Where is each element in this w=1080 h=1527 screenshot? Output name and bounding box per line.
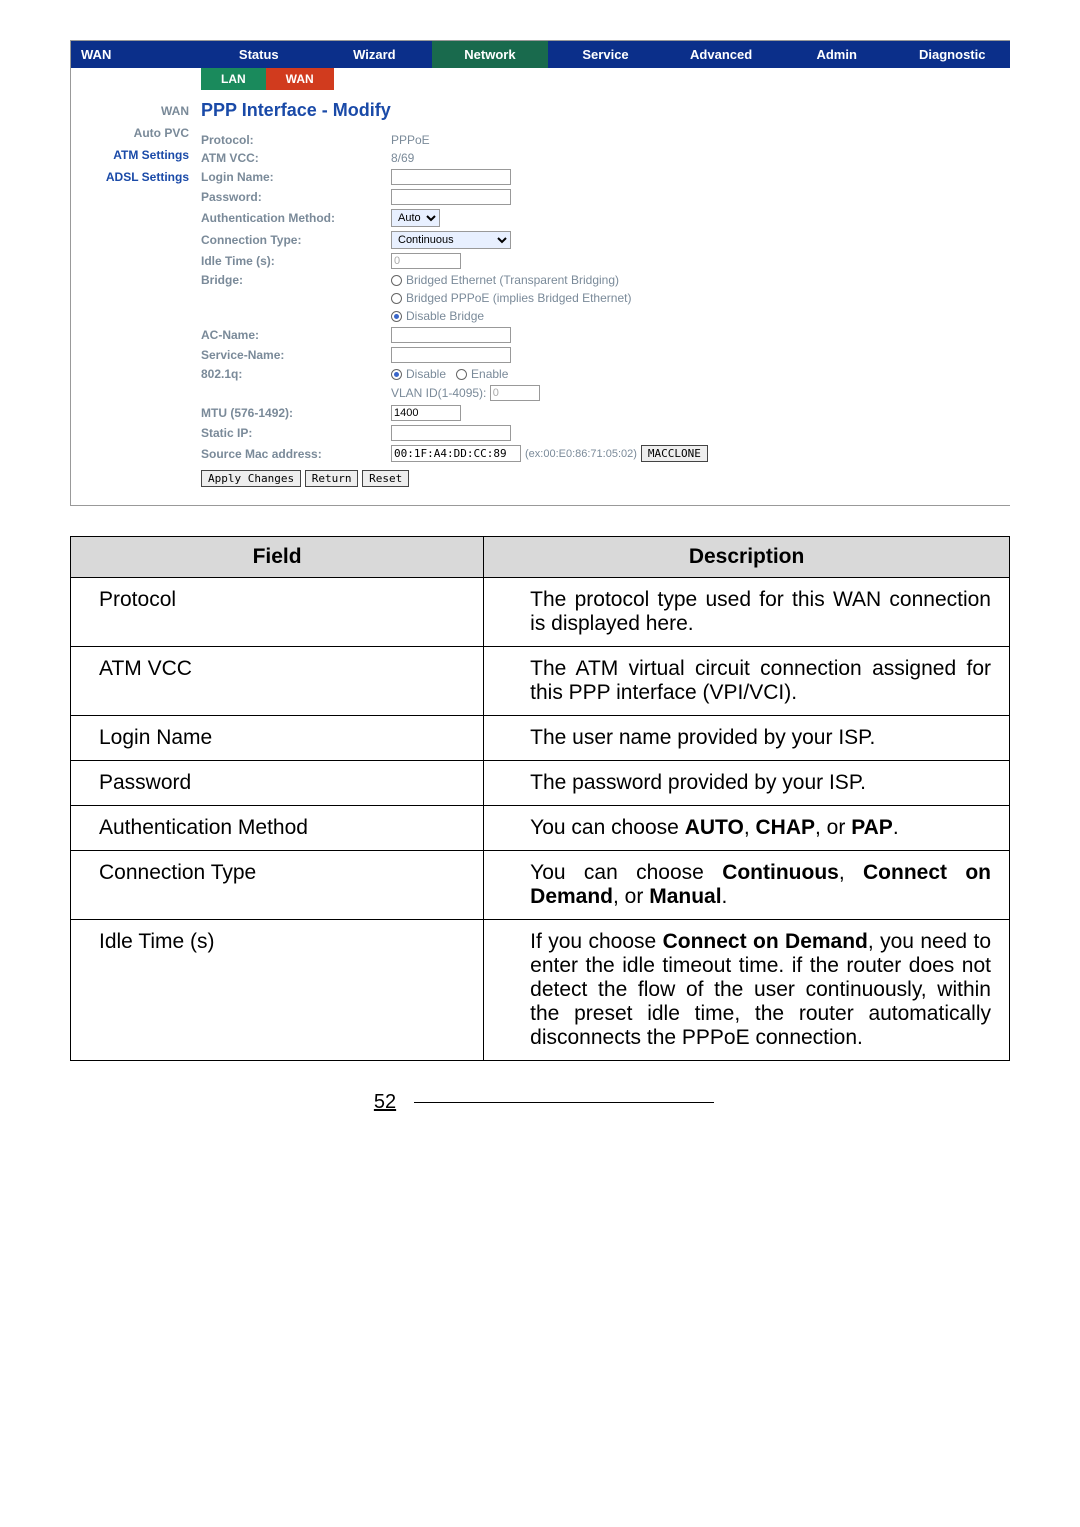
- label-ac-name: AC-Name:: [201, 328, 391, 342]
- field-cell: Connection Type: [71, 851, 484, 920]
- 8021q-enable[interactable]: Enable: [456, 367, 508, 381]
- field-cell: Idle Time (s): [71, 920, 484, 1061]
- 8021q-enable-label: Enable: [471, 367, 508, 381]
- bridge-opt-disable-label: Disable Bridge: [406, 309, 484, 323]
- value-atmvcc: 8/69: [391, 151, 414, 165]
- auth-method-select[interactable]: Auto: [391, 209, 440, 227]
- sidebar: WAN Auto PVC ATM Settings ADSL Settings: [71, 90, 201, 505]
- table-row: Login NameThe user name provided by your…: [71, 716, 1010, 761]
- field-cell: Authentication Method: [71, 806, 484, 851]
- nav-section-label: WAN: [71, 41, 201, 68]
- description-cell: The ATM virtual circuit connection assig…: [484, 647, 1010, 716]
- label-auth-method: Authentication Method:: [201, 211, 391, 225]
- table-row: PasswordThe password provided by your IS…: [71, 761, 1010, 806]
- service-name-input[interactable]: [391, 347, 511, 363]
- source-mac-example: (ex:00:E0:86:71:05:02): [525, 448, 637, 460]
- label-idle-time: Idle Time (s):: [201, 254, 391, 268]
- table-row: ATM VCCThe ATM virtual circuit connectio…: [71, 647, 1010, 716]
- login-name-input[interactable]: [391, 169, 511, 185]
- reset-button[interactable]: Reset: [362, 470, 409, 487]
- tab-service[interactable]: Service: [548, 41, 664, 68]
- description-cell: You can choose Continuous, Connect on De…: [484, 851, 1010, 920]
- tab-network[interactable]: Network: [432, 41, 548, 68]
- label-login-name: Login Name:: [201, 170, 391, 184]
- field-description-table: Field Description ProtocolThe protocol t…: [70, 536, 1010, 1061]
- apply-changes-button[interactable]: Apply Changes: [201, 470, 301, 487]
- bridge-opt-pppoe[interactable]: Bridged PPPoE (implies Bridged Ethernet): [391, 291, 631, 305]
- bridge-opt-transparent-label: Bridged Ethernet (Transparent Bridging): [406, 273, 619, 287]
- label-service-name: Service-Name:: [201, 348, 391, 362]
- 8021q-disable[interactable]: Disable: [391, 367, 446, 381]
- router-config-screenshot: WAN Status Wizard Network Service Advanc…: [70, 40, 1010, 506]
- field-cell: Password: [71, 761, 484, 806]
- subtab-wan[interactable]: WAN: [266, 68, 334, 90]
- field-cell: Login Name: [71, 716, 484, 761]
- page-number: 52: [366, 1091, 404, 1114]
- return-button[interactable]: Return: [305, 470, 359, 487]
- table-row: Idle Time (s)If you choose Connect on De…: [71, 920, 1010, 1061]
- col-header-description: Description: [484, 537, 1010, 578]
- 8021q-disable-label: Disable: [406, 367, 446, 381]
- static-ip-input[interactable]: [391, 425, 511, 441]
- field-cell: Protocol: [71, 578, 484, 647]
- description-cell: The user name provided by your ISP.: [484, 716, 1010, 761]
- label-mtu: MTU (576-1492):: [201, 406, 391, 420]
- tab-wizard[interactable]: Wizard: [317, 41, 433, 68]
- mtu-input[interactable]: [391, 405, 461, 421]
- description-cell: You can choose AUTO, CHAP, or PAP.: [484, 806, 1010, 851]
- idle-time-input[interactable]: [391, 253, 461, 269]
- bridge-opt-disable[interactable]: Disable Bridge: [391, 309, 484, 323]
- tab-diagnostic[interactable]: Diagnostic: [894, 41, 1010, 68]
- label-8021q: 802.1q:: [201, 367, 391, 381]
- bridge-opt-transparent[interactable]: Bridged Ethernet (Transparent Bridging): [391, 273, 619, 287]
- label-source-mac: Source Mac address:: [201, 447, 391, 461]
- bridge-opt-pppoe-label: Bridged PPPoE (implies Bridged Ethernet): [406, 291, 631, 305]
- description-cell: If you choose Connect on Demand, you nee…: [484, 920, 1010, 1061]
- label-vlan-id: VLAN ID(1-4095):: [391, 386, 486, 400]
- table-row: Connection TypeYou can choose Continuous…: [71, 851, 1010, 920]
- description-cell: The password provided by your ISP.: [484, 761, 1010, 806]
- ac-name-input[interactable]: [391, 327, 511, 343]
- tab-status[interactable]: Status: [201, 41, 317, 68]
- label-connection-type: Connection Type:: [201, 233, 391, 247]
- label-protocol: Protocol:: [201, 133, 391, 147]
- tab-admin[interactable]: Admin: [779, 41, 895, 68]
- table-row: Authentication MethodYou can choose AUTO…: [71, 806, 1010, 851]
- page-number-rule: [414, 1102, 714, 1103]
- tab-advanced[interactable]: Advanced: [663, 41, 779, 68]
- sidebar-item-wan[interactable]: WAN: [71, 100, 201, 122]
- label-password: Password:: [201, 190, 391, 204]
- description-cell: The protocol type used for this WAN conn…: [484, 578, 1010, 647]
- label-bridge: Bridge:: [201, 273, 391, 287]
- label-atmvcc: ATM VCC:: [201, 151, 391, 165]
- connection-type-select[interactable]: Continuous: [391, 231, 511, 249]
- value-protocol: PPPoE: [391, 133, 430, 147]
- sidebar-item-adsl-settings[interactable]: ADSL Settings: [71, 166, 201, 188]
- macclone-button[interactable]: MACCLONE: [641, 445, 708, 462]
- sidebar-item-autopvc[interactable]: Auto PVC: [71, 122, 201, 144]
- label-static-ip: Static IP:: [201, 426, 391, 440]
- table-row: ProtocolThe protocol type used for this …: [71, 578, 1010, 647]
- source-mac-input[interactable]: [391, 445, 521, 462]
- sidebar-item-atm-settings[interactable]: ATM Settings: [71, 144, 201, 166]
- password-input[interactable]: [391, 189, 511, 205]
- vlan-id-input[interactable]: [490, 385, 540, 401]
- col-header-field: Field: [71, 537, 484, 578]
- field-cell: ATM VCC: [71, 647, 484, 716]
- subtab-lan[interactable]: LAN: [201, 68, 266, 90]
- page-title: PPP Interface - Modify: [201, 100, 1010, 121]
